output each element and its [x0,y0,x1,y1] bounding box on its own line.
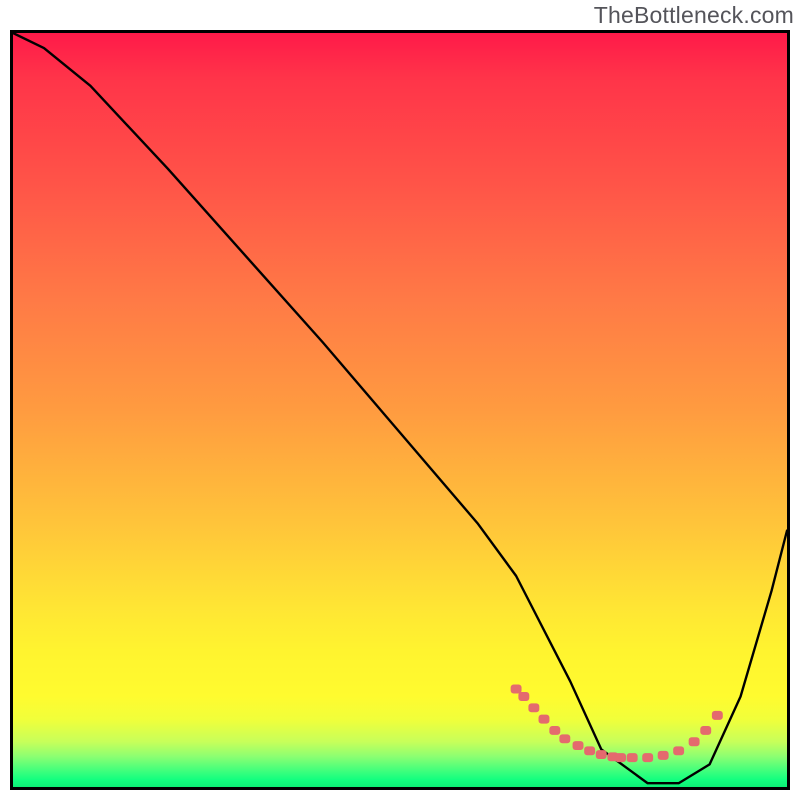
valley-dot [549,726,560,735]
main-curve [13,33,787,783]
valley-dot [518,692,529,701]
valley-marker-dots [511,685,723,763]
valley-dot [627,753,638,762]
valley-dot [539,715,550,724]
valley-dot [511,685,522,694]
plot-area [10,30,790,790]
valley-dot [559,734,570,743]
valley-dot [584,746,595,755]
valley-dot [658,751,669,760]
chart-svg [13,33,787,787]
valley-dot [528,703,539,712]
valley-dot [596,750,607,759]
valley-dot [700,726,711,735]
valley-dot [615,753,626,762]
valley-dot [689,737,700,746]
valley-dot [673,746,684,755]
valley-dot [642,753,653,762]
chart-container: TheBottleneck.com [0,0,800,800]
valley-dot [573,741,584,750]
valley-dot [712,711,723,720]
watermark-text: TheBottleneck.com [594,2,794,29]
